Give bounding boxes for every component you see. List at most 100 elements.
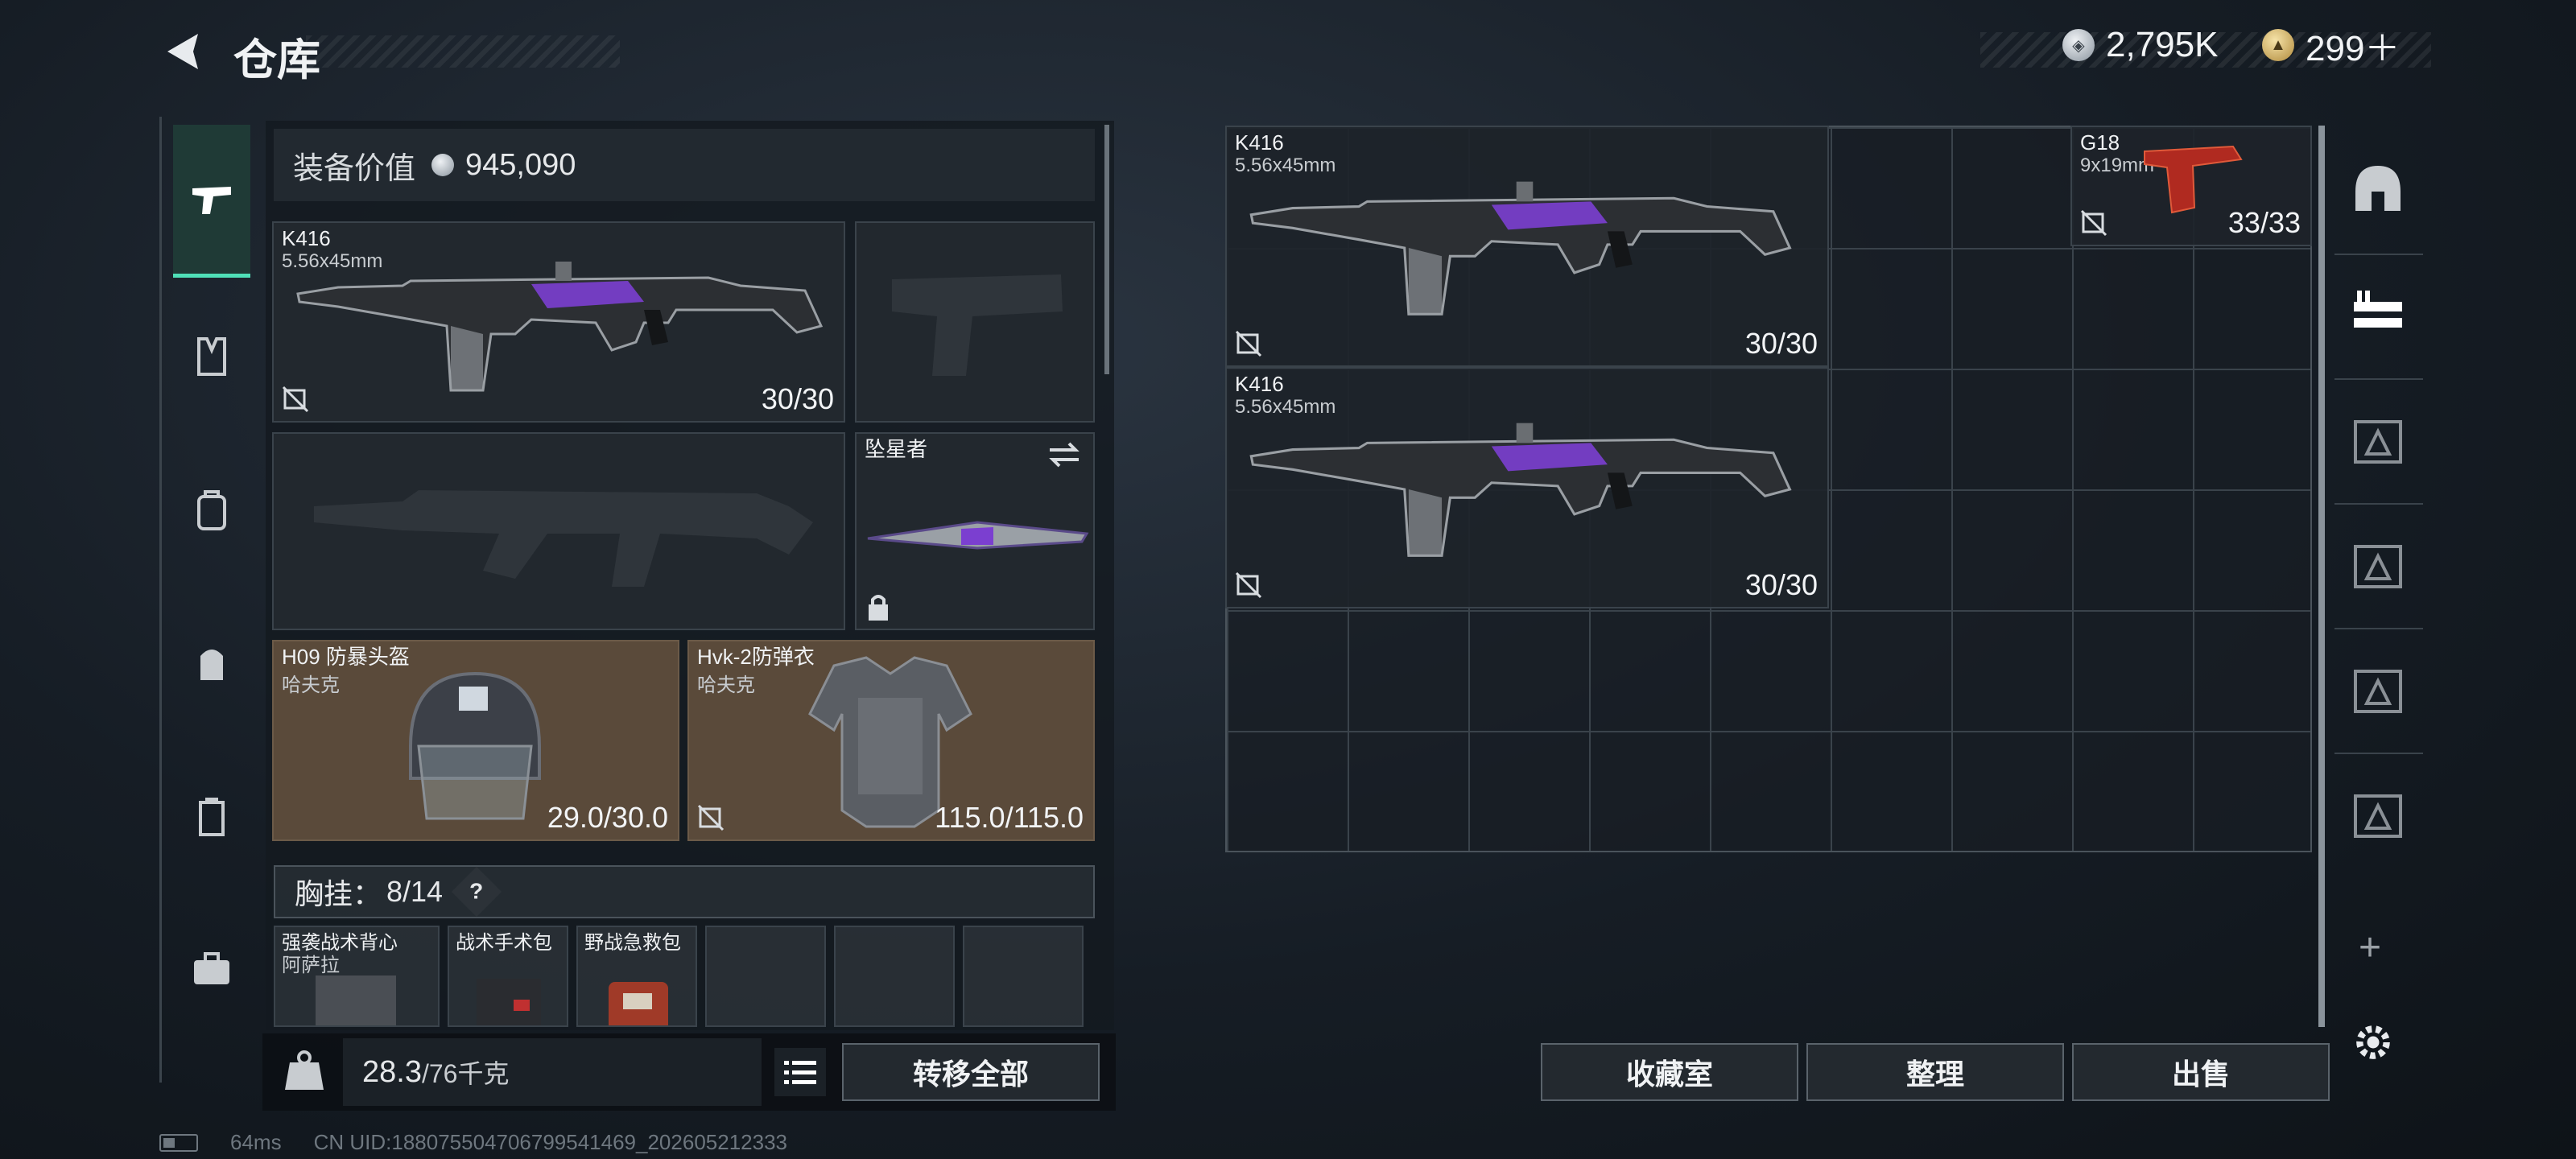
armor-brand: 哈夫克 <box>697 674 755 696</box>
vest-icon <box>197 337 226 376</box>
settings-icon[interactable] <box>2349 1018 2407 1076</box>
storage-item-g18[interactable]: G18 9x19mm 33/33 <box>2070 126 2312 246</box>
left-scrollbar[interactable] <box>1104 125 1109 374</box>
tab-backpack[interactable] <box>173 471 250 548</box>
equipment-value-row: 装备价值 945,090 <box>274 129 1095 201</box>
uid-text: CN UID:18807550470679954146‌9_2026052123… <box>313 1130 787 1154</box>
helmet-brand: 哈夫克 <box>282 674 340 696</box>
no-drop-icon <box>1235 330 1262 357</box>
help-icon-glyph: ? <box>469 878 484 904</box>
chest-rig-bar: 胸挂： 8/14 ? <box>274 865 1095 918</box>
sort-button[interactable]: 整理 <box>1806 1043 2064 1101</box>
add-storage-button[interactable]: + <box>2359 926 2381 970</box>
title-decoration <box>306 35 620 68</box>
rig-item-name: 野战急救包 <box>584 932 681 954</box>
gear-icon <box>2356 1025 2390 1059</box>
storage-scrollbar[interactable] <box>2318 126 2325 1027</box>
first-aid-image <box>609 982 668 1025</box>
weight-display: 28.3 /76千克 <box>343 1038 762 1106</box>
pistol-silhouette-icon <box>892 274 1063 376</box>
chest-rig-label: 胸挂： <box>295 877 382 910</box>
transfer-all-button[interactable]: 转移全部 <box>842 1043 1100 1101</box>
sidearm-slot-empty[interactable] <box>855 221 1095 423</box>
rig-item-vest[interactable]: 强袭战术背心 阿萨拉 <box>274 926 440 1027</box>
rig-slot-empty[interactable] <box>963 926 1084 1027</box>
tab-container[interactable] <box>173 777 250 854</box>
currency-gold[interactable]: ▲ 299＋ <box>2262 23 2400 68</box>
weight-icon <box>285 1050 324 1090</box>
currency-silver-value: 2,795K <box>2106 25 2219 64</box>
vest-image <box>316 975 396 1025</box>
tab-chest-rig[interactable] <box>173 318 250 395</box>
sell-button[interactable]: 出售 <box>2072 1043 2330 1101</box>
storage-item-k416-2[interactable]: K416 5.56x45mm 30/30 <box>1225 367 1829 608</box>
surgery-kit-image <box>477 979 541 1025</box>
storage-box-icon <box>2354 670 2402 713</box>
status-bar: 64ms CN UID:18807550470679954146‌9_20260… <box>159 1130 787 1155</box>
rail-divider <box>2334 254 2423 255</box>
no-drop-icon <box>282 386 309 413</box>
storage-tab-3[interactable] <box>2349 410 2407 468</box>
page-title: 仓库 <box>233 36 320 85</box>
no-drop-icon <box>697 804 724 831</box>
tab-case[interactable] <box>173 930 250 1007</box>
tab-pack[interactable] <box>173 624 250 701</box>
armor-slot[interactable]: Hvk-2防弹衣 哈夫克 115.0/115.0 <box>687 640 1095 841</box>
rig-item-surgery-kit[interactable]: 战术手术包 <box>448 926 568 1027</box>
item-name: G18 <box>2080 130 2120 155</box>
rig-item-first-aid[interactable]: 野战急救包 <box>576 926 697 1027</box>
collection-room-button[interactable]: 收藏室 <box>1541 1043 1798 1101</box>
rig-item-name: 战术手术包 <box>456 932 552 954</box>
ping-value: 64ms <box>230 1130 282 1154</box>
back-arrow-icon[interactable] <box>158 27 206 76</box>
equipment-value: 945,090 <box>465 147 576 182</box>
storage-box-icon <box>2354 545 2402 588</box>
primary-weapon-slot[interactable]: K416 5.56x45mm 30/30 <box>272 221 845 423</box>
chest-rig-count: 8/14 <box>386 875 444 908</box>
storage-tab-main[interactable] <box>2349 159 2407 217</box>
item-ammo: 30/30 <box>1744 327 1818 360</box>
weight-value: 28.3 <box>362 1054 422 1089</box>
storage-box-icon <box>2354 794 2402 838</box>
swap-icon[interactable] <box>1046 439 1082 471</box>
backpack-icon <box>197 490 226 530</box>
tab-weapons[interactable] <box>173 125 250 278</box>
helmet-durability: 29.0/30.0 <box>547 801 668 834</box>
currency-gold-value: 299＋ <box>2306 29 2401 68</box>
house-icon <box>2355 166 2401 211</box>
equipment-value-label: 装备价值 <box>293 151 416 186</box>
knife-image <box>867 521 1089 550</box>
rail-divider <box>2334 753 2423 754</box>
rig-slot-empty[interactable] <box>834 926 955 1027</box>
container-icon <box>199 798 225 836</box>
rifle-image <box>296 260 823 392</box>
storage-tab-6[interactable] <box>2349 785 2407 843</box>
currency-silver[interactable]: ◈ 2,795K <box>2062 23 2218 68</box>
rifle-image <box>1249 422 1791 557</box>
secondary-weapon-slot-empty[interactable] <box>272 432 845 630</box>
silver-coin-icon <box>431 154 455 176</box>
storage-tab-5[interactable] <box>2349 660 2407 718</box>
storage-item-k416-1[interactable]: K416 5.56x45mm 30/30 <box>1225 126 1829 367</box>
list-view-button[interactable] <box>774 1048 826 1096</box>
armor-durability: 115.0/115.0 <box>935 801 1084 834</box>
melee-slot[interactable]: 坠星者 <box>855 432 1095 630</box>
weight-max: /76千克 <box>421 1059 510 1088</box>
helmet-slot[interactable]: H09 防暴头盔 哈夫克 29.0/30.0 <box>272 640 679 841</box>
storage-tab-2[interactable] <box>2349 286 2407 344</box>
rail-divider <box>2334 628 2423 629</box>
help-icon[interactable]: ? <box>451 866 502 918</box>
no-drop-icon <box>1235 571 1262 599</box>
rail-divider <box>2334 378 2423 380</box>
rig-slot-empty[interactable] <box>705 926 826 1027</box>
rifle-image <box>1249 180 1791 316</box>
helmet-name: H09 防暴头盔 <box>282 645 410 669</box>
briefcase-icon <box>194 952 229 984</box>
rig-item-name: 强袭战术背心 <box>282 932 398 954</box>
armor-name: Hvk-2防弹衣 <box>697 645 815 669</box>
storage-tab-4[interactable] <box>2349 535 2407 593</box>
lock-icon <box>869 595 888 621</box>
melee-name: 坠星者 <box>865 437 928 461</box>
item-name: K416 <box>1235 372 1284 396</box>
silver-coin-icon: ◈ <box>2062 29 2095 61</box>
